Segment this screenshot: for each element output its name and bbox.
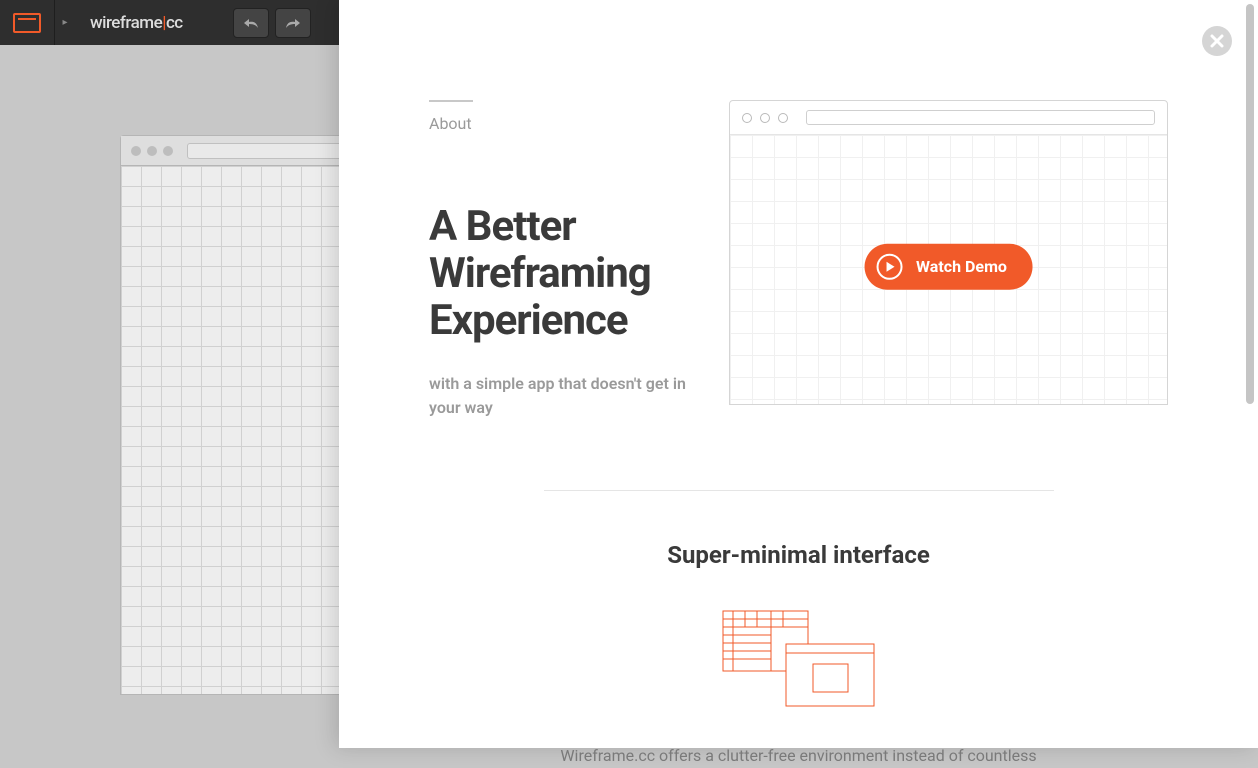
window-dot	[778, 113, 788, 123]
window-dot	[163, 146, 173, 156]
close-icon	[1210, 34, 1224, 48]
hero-left-column: About A Better Wireframing Experience wi…	[429, 100, 699, 420]
window-dot	[131, 146, 141, 156]
hero-right-column: Watch Demo	[729, 100, 1168, 420]
demo-url-bar	[806, 110, 1155, 125]
window-dot	[742, 113, 752, 123]
device-select-button[interactable]	[0, 0, 55, 45]
redo-button[interactable]	[275, 8, 311, 38]
section-title: Super-minimal interface	[429, 541, 1168, 569]
scrollbar-thumb[interactable]	[1246, 4, 1254, 404]
demo-browser-frame: Watch Demo	[729, 100, 1168, 405]
about-overlay-panel: About A Better Wireframing Experience wi…	[339, 0, 1258, 748]
watch-demo-label: Watch Demo	[916, 257, 1007, 276]
toolbar-history	[233, 8, 311, 38]
chevron-right-icon: ▸	[55, 17, 75, 28]
close-button[interactable]	[1202, 26, 1232, 56]
app-logo: wireframe|cc	[75, 13, 203, 33]
section-illustration	[429, 609, 1168, 709]
undo-icon	[243, 17, 259, 29]
hero-row: About A Better Wireframing Experience wi…	[429, 100, 1168, 420]
overlay-content: About A Better Wireframing Experience wi…	[339, 0, 1258, 768]
undo-button[interactable]	[233, 8, 269, 38]
demo-browser-toolbar	[730, 101, 1167, 135]
section-divider	[544, 490, 1054, 491]
play-icon	[876, 253, 902, 279]
browser-icon	[13, 13, 41, 33]
logo-right: cc	[166, 13, 183, 33]
window-dot	[760, 113, 770, 123]
hero-subtitle: with a simple app that doesn't get in yo…	[429, 372, 699, 420]
redo-icon	[285, 17, 301, 29]
watch-demo-button[interactable]: Watch Demo	[864, 243, 1033, 289]
window-dot	[147, 146, 157, 156]
hero-title: A Better Wireframing Experience	[429, 203, 699, 344]
about-label: About	[429, 114, 699, 133]
about-rule	[429, 100, 473, 102]
scrollbar[interactable]	[1246, 4, 1254, 744]
logo-left: wireframe	[90, 13, 162, 33]
